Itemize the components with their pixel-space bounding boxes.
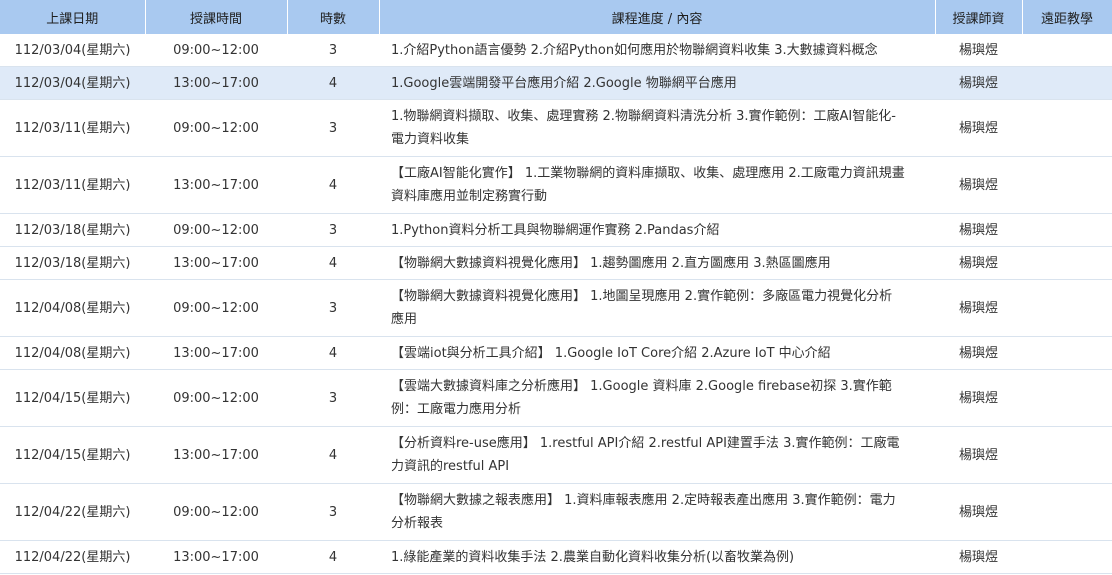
table-row: 112/03/11(星期六) 09:00~12:00 3 1.物聯網資料擷取、收… — [0, 99, 1112, 157]
cell-date: 112/04/22(星期六) — [0, 483, 145, 541]
cell-remote — [1022, 246, 1112, 280]
table-row: 112/04/08(星期六) 13:00~17:00 4 【雲端iot與分析工具… — [0, 336, 1112, 370]
cell-hours: 3 — [287, 99, 379, 157]
cell-hours: 3 — [287, 213, 379, 247]
cell-remote — [1022, 156, 1112, 214]
cell-time: 09:00~12:00 — [145, 213, 287, 247]
cell-hours: 4 — [287, 246, 379, 280]
cell-teacher: 楊璵煜 — [935, 213, 1022, 247]
header-hours: 時數 — [287, 0, 380, 34]
cell-date: 112/03/18(星期六) — [0, 213, 145, 247]
cell-hours: 3 — [287, 34, 379, 67]
table-header-row: 上課日期 授課時間 時數 課程進度 / 內容 授課師資 遠距教學 — [0, 0, 1112, 34]
header-date: 上課日期 — [0, 0, 146, 34]
cell-teacher: 楊璵煜 — [935, 156, 1022, 214]
cell-content: 【工廠AI智能化實作】 1.工業物聯網的資料庫擷取、收集、處理應用 2.工廠電力… — [379, 156, 935, 214]
cell-content: 【物聯網大數據資料視覺化應用】 1.趨勢圖應用 2.直方圖應用 3.熱區圖應用 — [379, 246, 935, 280]
table-row: 112/03/04(星期六) 13:00~17:00 4 1.Google雲端開… — [0, 66, 1112, 100]
cell-content: 【物聯網大數據之報表應用】 1.資料庫報表應用 2.定時報表產出應用 3.實作範… — [379, 483, 935, 541]
cell-hours: 3 — [287, 483, 379, 541]
table-row: 112/03/04(星期六) 09:00~12:00 3 1.介紹Python語… — [0, 34, 1112, 67]
header-content: 課程進度 / 內容 — [379, 0, 936, 34]
cell-remote — [1022, 34, 1112, 67]
cell-time: 13:00~17:00 — [145, 540, 287, 574]
cell-teacher: 楊璵煜 — [935, 66, 1022, 100]
cell-date: 112/03/18(星期六) — [0, 246, 145, 280]
cell-hours: 4 — [287, 66, 379, 100]
cell-time: 13:00~17:00 — [145, 66, 287, 100]
table-row: 112/04/15(星期六) 09:00~12:00 3 【雲端大數據資料庫之分… — [0, 369, 1112, 427]
cell-time: 13:00~17:00 — [145, 246, 287, 280]
cell-remote — [1022, 66, 1112, 100]
cell-remote — [1022, 540, 1112, 574]
table-row: 112/04/22(星期六) 09:00~12:00 3 【物聯網大數據之報表應… — [0, 483, 1112, 541]
cell-time: 09:00~12:00 — [145, 483, 287, 541]
cell-content: 【雲端iot與分析工具介紹】 1.Google IoT Core介紹 2.Azu… — [379, 336, 935, 370]
cell-content: 1.介紹Python語言優勢 2.介紹Python如何應用於物聯網資料收集 3.… — [379, 34, 935, 67]
table-row: 112/03/18(星期六) 09:00~12:00 3 1.Python資料分… — [0, 213, 1112, 247]
cell-teacher: 楊璵煜 — [935, 246, 1022, 280]
cell-hours: 4 — [287, 426, 379, 484]
cell-date: 112/04/15(星期六) — [0, 426, 145, 484]
cell-hours: 4 — [287, 156, 379, 214]
cell-hours: 4 — [287, 336, 379, 370]
cell-content: 1.Google雲端開發平台應用介紹 2.Google 物聯網平台應用 — [379, 66, 935, 100]
cell-time: 09:00~12:00 — [145, 369, 287, 427]
header-time: 授課時間 — [145, 0, 288, 34]
cell-remote — [1022, 279, 1112, 337]
cell-date: 112/03/11(星期六) — [0, 99, 145, 157]
table-row: 112/03/18(星期六) 13:00~17:00 4 【物聯網大數據資料視覺… — [0, 246, 1112, 280]
cell-content: 1.Python資料分析工具與物聯網運作實務 2.Pandas介紹 — [379, 213, 935, 247]
header-remote: 遠距教學 — [1022, 0, 1112, 34]
cell-time: 09:00~12:00 — [145, 34, 287, 67]
cell-teacher: 楊璵煜 — [935, 34, 1022, 67]
cell-date: 112/04/22(星期六) — [0, 540, 145, 574]
cell-teacher: 楊璵煜 — [935, 279, 1022, 337]
cell-teacher: 楊璵煜 — [935, 483, 1022, 541]
cell-remote — [1022, 99, 1112, 157]
cell-hours: 4 — [287, 540, 379, 574]
table-row: 112/04/15(星期六) 13:00~17:00 4 【分析資料re-use… — [0, 426, 1112, 484]
header-teacher: 授課師資 — [935, 0, 1023, 34]
cell-date: 112/04/08(星期六) — [0, 279, 145, 337]
cell-remote — [1022, 369, 1112, 427]
cell-time: 09:00~12:00 — [145, 279, 287, 337]
table-row: 112/03/11(星期六) 13:00~17:00 4 【工廠AI智能化實作】… — [0, 156, 1112, 214]
cell-time: 09:00~12:00 — [145, 99, 287, 157]
cell-time: 13:00~17:00 — [145, 426, 287, 484]
table-row: 112/04/08(星期六) 09:00~12:00 3 【物聯網大數據資料視覺… — [0, 279, 1112, 337]
cell-content: 【雲端大數據資料庫之分析應用】 1.Google 資料庫 2.Google fi… — [379, 369, 935, 427]
cell-date: 112/03/04(星期六) — [0, 34, 145, 67]
cell-remote — [1022, 483, 1112, 541]
cell-remote — [1022, 336, 1112, 370]
cell-date: 112/03/11(星期六) — [0, 156, 145, 214]
cell-content: 【物聯網大數據資料視覺化應用】 1.地圖呈現應用 2.實作範例：多廠區電力視覺化… — [379, 279, 935, 337]
cell-teacher: 楊璵煜 — [935, 99, 1022, 157]
cell-teacher: 楊璵煜 — [935, 336, 1022, 370]
cell-date: 112/04/15(星期六) — [0, 369, 145, 427]
cell-content: 1.綠能產業的資料收集手法 2.農業自動化資料收集分析(以畜牧業為例) — [379, 540, 935, 574]
cell-content: 【分析資料re-use應用】 1.restful API介紹 2.restful… — [379, 426, 935, 484]
cell-teacher: 楊璵煜 — [935, 369, 1022, 427]
cell-time: 13:00~17:00 — [145, 336, 287, 370]
cell-date: 112/04/08(星期六) — [0, 336, 145, 370]
cell-teacher: 楊璵煜 — [935, 426, 1022, 484]
cell-time: 13:00~17:00 — [145, 156, 287, 214]
course-schedule-table: 上課日期 授課時間 時數 課程進度 / 內容 授課師資 遠距教學 112/03/… — [0, 0, 1112, 574]
cell-remote — [1022, 213, 1112, 247]
table-row: 112/04/22(星期六) 13:00~17:00 4 1.綠能產業的資料收集… — [0, 540, 1112, 574]
cell-content: 1.物聯網資料擷取、收集、處理實務 2.物聯網資料清洗分析 3.實作範例：工廠A… — [379, 99, 935, 157]
cell-remote — [1022, 426, 1112, 484]
cell-date: 112/03/04(星期六) — [0, 66, 145, 100]
cell-teacher: 楊璵煜 — [935, 540, 1022, 574]
cell-hours: 3 — [287, 279, 379, 337]
cell-hours: 3 — [287, 369, 379, 427]
